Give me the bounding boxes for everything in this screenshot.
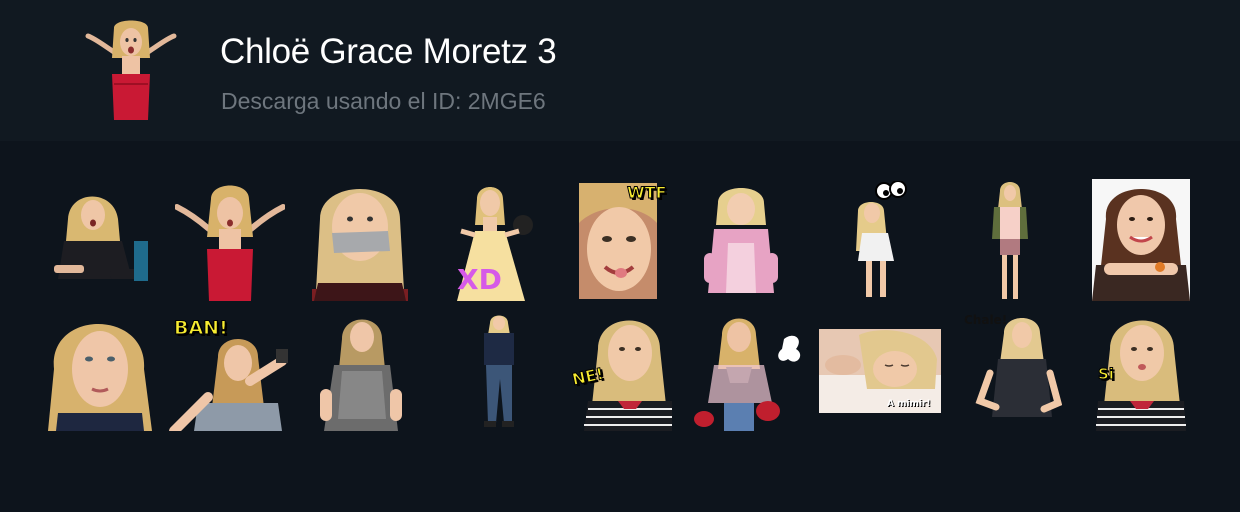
sticker-striped-shirt-si[interactable]: Si (1096, 309, 1186, 431)
sticker-pointing-gun-ban[interactable]: BAN! (168, 317, 292, 431)
sticker-sleeping-a-mimir[interactable]: A mimir! (819, 329, 941, 413)
sticker-red-dress-shrug[interactable] (175, 179, 285, 301)
sticker-taped-mouth[interactable] (312, 179, 408, 301)
sticker-yellow-dress-xd[interactable]: XD (447, 179, 537, 301)
sticker-striped-shirt-nel[interactable]: NE! (568, 309, 672, 431)
sticker-surprised-seated[interactable] (48, 179, 150, 301)
pack-download-id: Descarga usando el ID: 2MGE6 (221, 88, 546, 114)
sticker-tongue-wtf[interactable]: WTF (579, 183, 667, 301)
pack-header: Chloë Grace Moretz 3 Descarga usando el … (0, 0, 1240, 141)
sticker-lace-dress[interactable] (320, 309, 402, 431)
sticker-chale[interactable]: Chale! (962, 311, 1062, 431)
sticker-googly-eyes[interactable] (850, 181, 910, 301)
sticker-walking-jeans[interactable] (480, 313, 520, 431)
sticker-close-up-face[interactable] (48, 309, 152, 431)
sticker-little-girl[interactable] (704, 183, 778, 301)
sticker-boxing-gloves[interactable] (692, 311, 808, 431)
sticker-thumbnail-icon[interactable] (84, 18, 178, 122)
sticker-smiling-brunette[interactable] (1092, 179, 1190, 301)
pack-title: Chloë Grace Moretz 3 (220, 32, 557, 71)
sticker-standing-green-jacket[interactable] (990, 179, 1030, 301)
sticker-grid: XD WTF BAN! NE! A mimir! Chale! Si (0, 141, 1240, 512)
